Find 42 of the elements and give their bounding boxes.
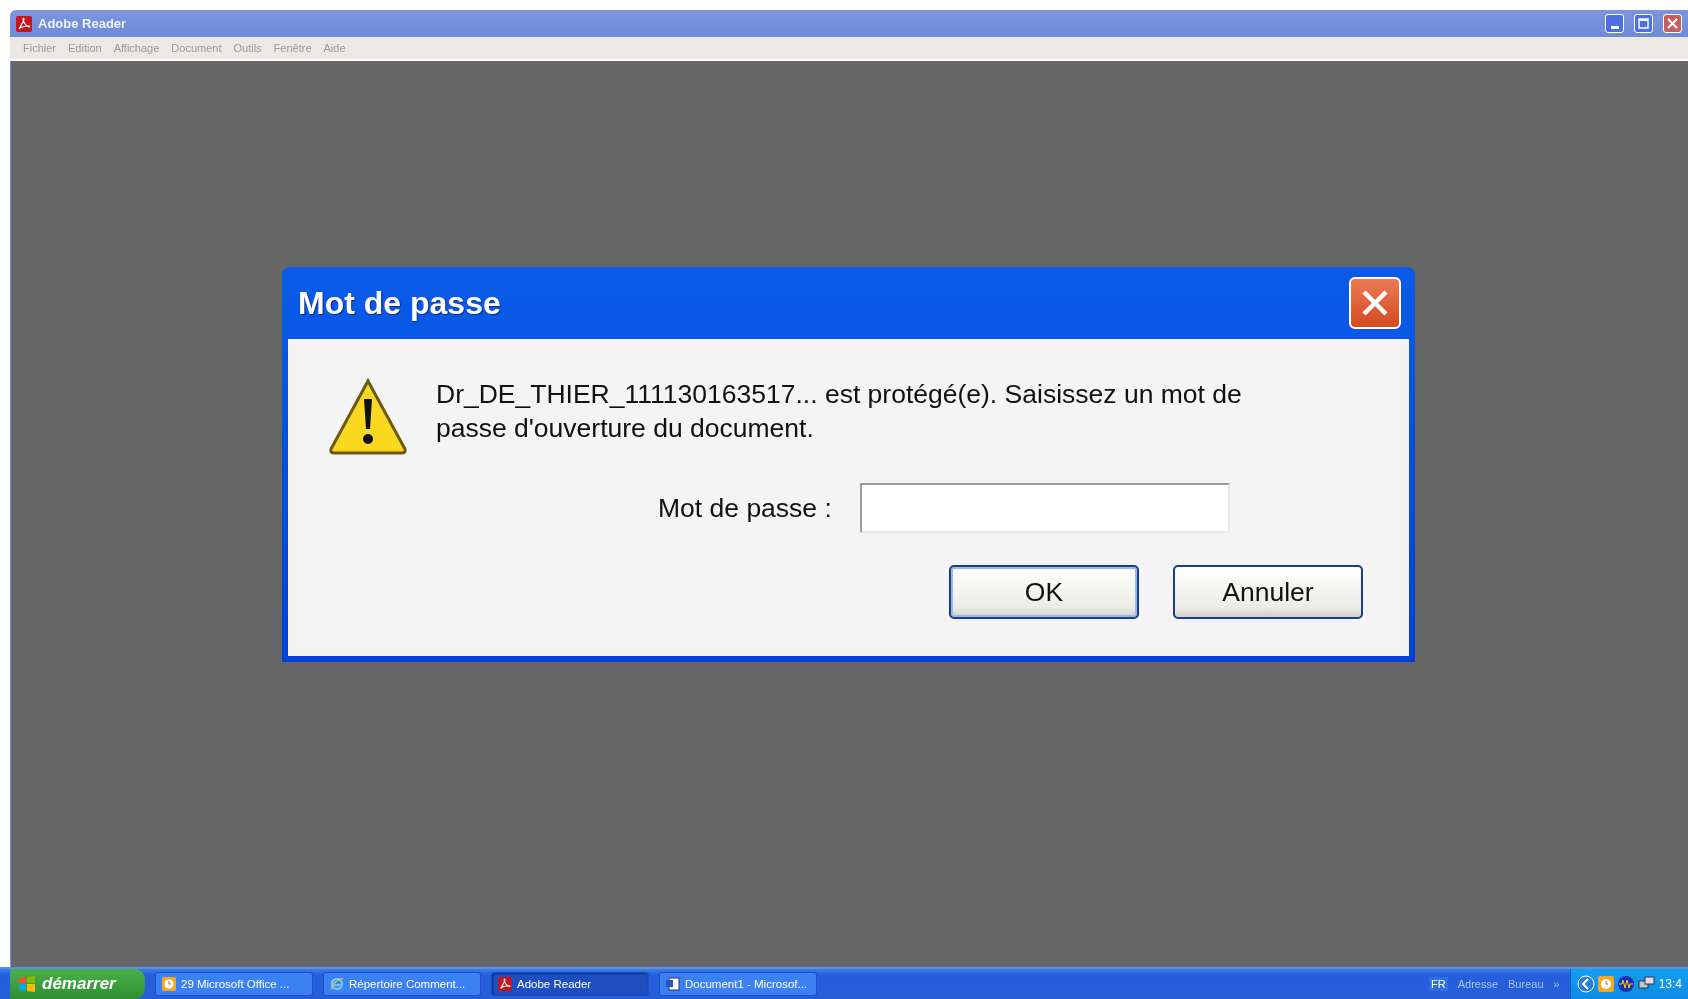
dialog-title: Mot de passe (298, 284, 501, 322)
close-button[interactable] (1349, 277, 1401, 329)
clock: 13:4 (1658, 977, 1682, 991)
wave-icon[interactable] (1616, 976, 1635, 992)
menu-item[interactable]: Aide (318, 42, 351, 54)
maximize-icon (1638, 18, 1649, 29)
taskbar-button[interactable]: Adobe Reader (491, 972, 649, 996)
maximize-button[interactable] (1634, 14, 1653, 33)
minimize-icon (1610, 25, 1619, 29)
pdf-icon (16, 15, 32, 32)
network-icon[interactable] (1637, 976, 1656, 992)
menu-item[interactable]: Fenêtre (268, 42, 317, 54)
menu-item[interactable]: Document (166, 42, 227, 54)
toolbar-label[interactable]: Bureau (1508, 978, 1544, 990)
warning-icon (328, 377, 408, 455)
ok-button[interactable]: OK (949, 565, 1139, 619)
language-indicator[interactable]: FR (1429, 977, 1448, 991)
start-button[interactable]: démarrer (10, 969, 145, 999)
menu-item[interactable]: Fichier (18, 42, 61, 54)
close-icon (1360, 288, 1390, 318)
pdf-icon (498, 977, 512, 991)
minimize-button[interactable] (1605, 14, 1624, 33)
cancel-button[interactable]: Annuler (1173, 565, 1363, 619)
password-field[interactable] (859, 483, 1230, 533)
clock-icon[interactable] (1597, 976, 1614, 992)
document-icon (666, 977, 680, 991)
menu-item[interactable]: Edition (63, 42, 107, 54)
menu-item[interactable]: Outils (228, 42, 267, 54)
clock-icon (162, 977, 176, 991)
window-title: Adobe Reader (38, 16, 127, 31)
taskbar-button[interactable]: 29 Microsoft Office ... (155, 972, 313, 996)
close-icon (1667, 18, 1678, 29)
close-button[interactable] (1663, 14, 1682, 33)
taskbar-button[interactable]: Répertoire Comment... (323, 972, 481, 996)
dialog-message: Dr_DE_THIER_111130163517... est protégé(e). Saisissez un mot de passe d'ouverture du document. (436, 378, 1243, 445)
toolbar-label[interactable]: Adresse (1457, 978, 1499, 990)
taskbar-button[interactable]: Document1 - Microsof... (659, 972, 817, 996)
windows-flag-icon (18, 975, 36, 993)
chevron-button[interactable]: » (1553, 978, 1560, 990)
menu-item[interactable]: Affichage (108, 42, 165, 54)
browser-icon (330, 977, 344, 991)
field-label: Mot de passe : (658, 492, 832, 524)
